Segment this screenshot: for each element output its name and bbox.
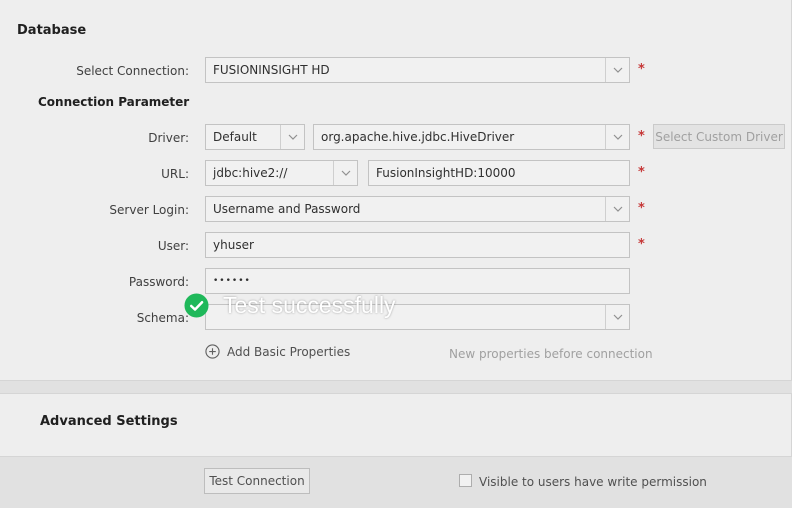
dim-overlay bbox=[0, 0, 792, 508]
check-circle-icon bbox=[184, 293, 209, 318]
success-toast: Test successfully bbox=[184, 292, 396, 319]
toast-message: Test successfully bbox=[223, 292, 396, 318]
